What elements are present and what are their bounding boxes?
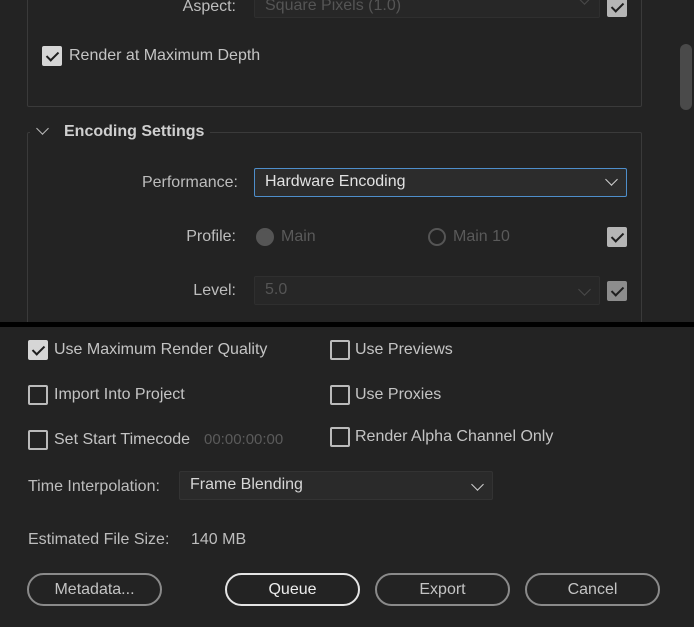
chevron-down-icon xyxy=(36,122,49,135)
use-proxies-checkbox[interactable] xyxy=(330,385,350,405)
profile-label: Profile: xyxy=(186,228,236,245)
scrollbar-thumb[interactable] xyxy=(680,44,692,110)
estimated-file-size-label: Estimated File Size: xyxy=(28,531,170,548)
import-into-project-label: Import Into Project xyxy=(54,386,185,403)
export-options-panel: Use Maximum Render Quality Use Previews … xyxy=(0,327,694,627)
level-label: Level: xyxy=(193,282,236,299)
use-max-render-quality-checkbox[interactable] xyxy=(28,340,48,360)
use-max-render-quality-label: Use Maximum Render Quality xyxy=(54,341,268,358)
profile-main10-radio[interactable] xyxy=(428,228,446,246)
profile-main-radio[interactable] xyxy=(256,228,274,246)
queue-button[interactable]: Queue xyxy=(225,573,360,606)
use-previews-label: Use Previews xyxy=(355,341,453,358)
import-into-project-checkbox[interactable] xyxy=(28,385,48,405)
time-interpolation-dropdown[interactable]: Frame Blending xyxy=(179,471,493,500)
cancel-button[interactable]: Cancel xyxy=(525,573,660,606)
render-max-depth-checkbox[interactable] xyxy=(42,46,62,66)
level-dropdown-value: 5.0 xyxy=(265,281,288,298)
profile-match-source-checkbox[interactable] xyxy=(607,227,627,247)
profile-main-label: Main xyxy=(281,228,316,245)
export-button[interactable]: Export xyxy=(375,573,510,606)
time-interpolation-value: Frame Blending xyxy=(190,476,303,493)
scrollbar[interactable] xyxy=(676,0,694,322)
chevron-down-icon xyxy=(471,478,484,491)
aspect-dropdown[interactable]: Square Pixels (1.0) xyxy=(254,0,600,18)
set-start-timecode-checkbox[interactable] xyxy=(28,430,48,450)
aspect-match-source-checkbox[interactable] xyxy=(607,0,627,17)
chevron-down-icon xyxy=(605,173,618,186)
encoding-section-header[interactable]: Encoding Settings xyxy=(30,120,210,146)
performance-label: Performance: xyxy=(141,174,238,191)
performance-dropdown[interactable]: Hardware Encoding xyxy=(254,168,627,197)
chevron-down-icon xyxy=(578,0,591,5)
level-match-source-checkbox[interactable] xyxy=(607,281,627,301)
set-start-timecode-label: Set Start Timecode xyxy=(54,431,191,448)
time-interpolation-label: Time Interpolation: xyxy=(28,478,160,495)
performance-dropdown-value: Hardware Encoding xyxy=(265,173,406,190)
encoding-section-title: Encoding Settings xyxy=(64,123,205,140)
aspect-dropdown-value: Square Pixels (1.0) xyxy=(265,0,402,14)
export-settings-panel: Aspect: Square Pixels (1.0) Render at Ma… xyxy=(0,0,694,322)
profile-main10-label: Main 10 xyxy=(453,228,510,245)
render-alpha-only-label: Render Alpha Channel Only xyxy=(355,428,554,445)
render-alpha-only-checkbox[interactable] xyxy=(330,427,350,447)
render-max-depth-label: Render at Maximum Depth xyxy=(69,47,261,64)
level-dropdown[interactable]: 5.0 xyxy=(254,276,600,305)
use-proxies-label: Use Proxies xyxy=(355,386,442,403)
use-previews-checkbox[interactable] xyxy=(330,340,350,360)
start-timecode-field[interactable]: 00:00:00:00 xyxy=(204,430,283,450)
aspect-label: Aspect: xyxy=(182,0,236,15)
estimated-file-size-value: 140 MB xyxy=(191,531,247,548)
metadata-button[interactable]: Metadata... xyxy=(27,573,162,606)
chevron-down-icon xyxy=(578,283,591,296)
